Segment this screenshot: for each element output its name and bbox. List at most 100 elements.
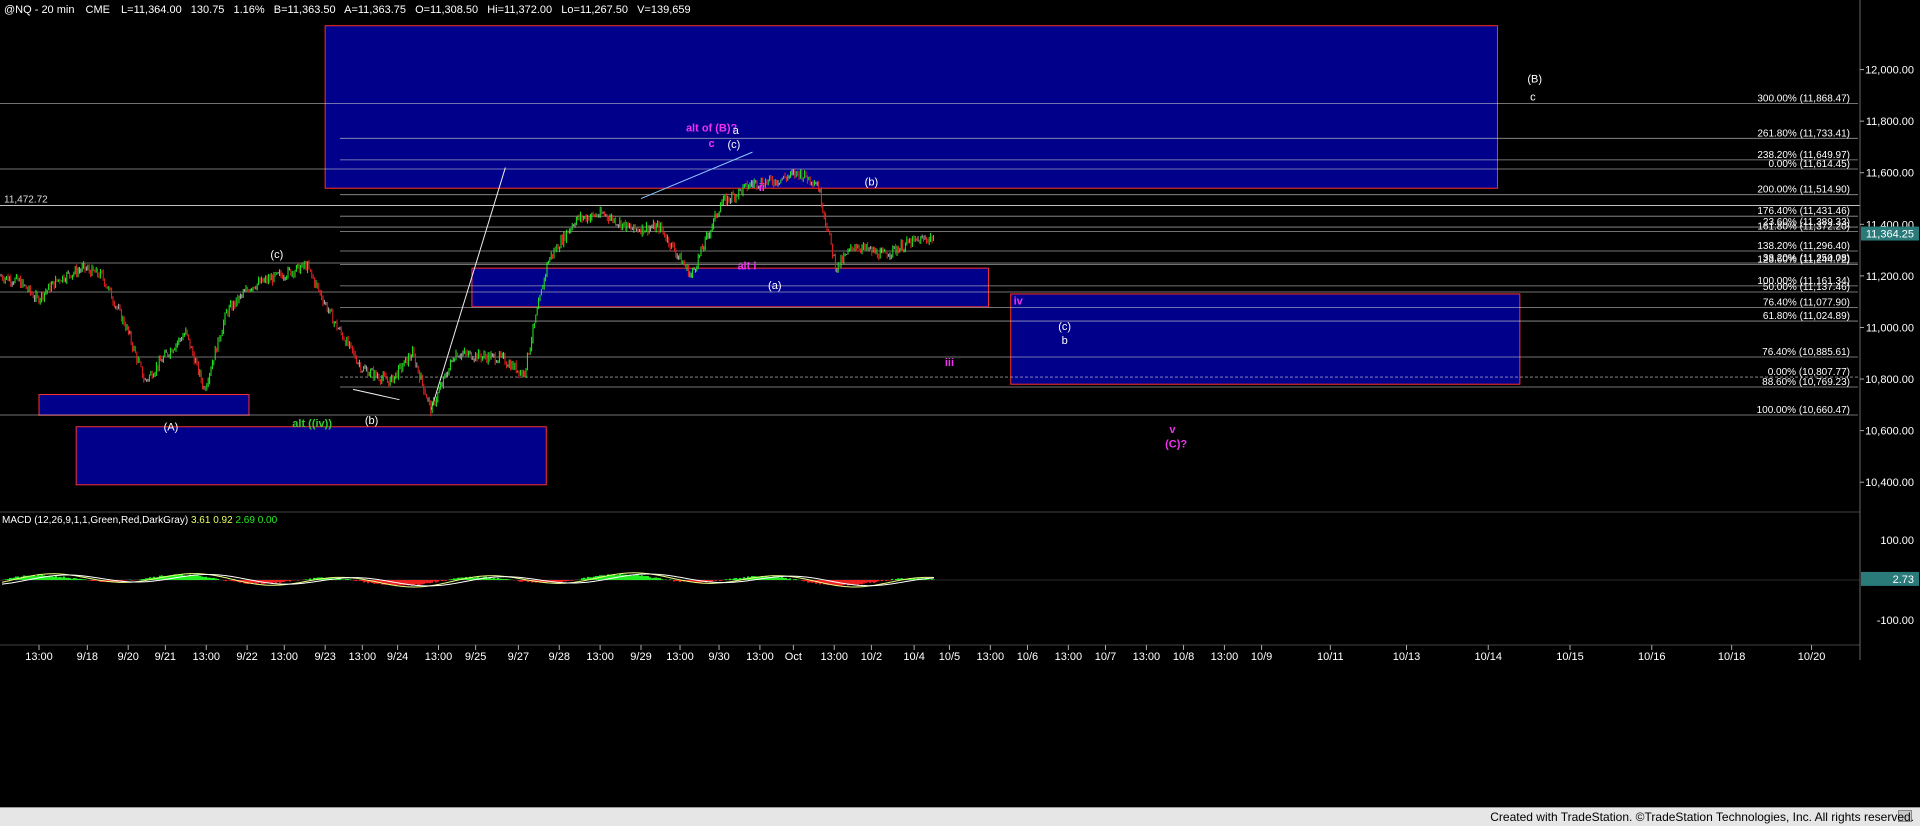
symbol: @NQ - 20 min bbox=[4, 4, 74, 16]
time-tick-label: 9/23 bbox=[314, 651, 335, 663]
macd-legend: MACD (12,26,9,1,1,Green,Red,DarkGray) 3.… bbox=[2, 515, 278, 526]
pct-change: 1.16% bbox=[234, 4, 265, 16]
target-zone bbox=[471, 267, 989, 308]
macd-signal-value: 0.92 bbox=[213, 515, 235, 526]
time-tick-label: 10/18 bbox=[1718, 651, 1746, 663]
time-tick-label: 9/20 bbox=[117, 651, 138, 663]
macd-tick-label: 100.00 bbox=[1880, 535, 1914, 547]
last-price: L=11,364.00 bbox=[121, 4, 182, 16]
open-price: O=11,308.50 bbox=[415, 4, 478, 16]
price-tick-label: 11,600.00 bbox=[1866, 168, 1914, 180]
macd-hist-value: 2.69 bbox=[235, 515, 257, 526]
fib-label: 100.00% (10,660.47) bbox=[1757, 405, 1850, 416]
fib-label: 300.00% (11,868.47) bbox=[1757, 93, 1850, 104]
time-tick-label: 9/24 bbox=[387, 651, 408, 663]
price-tick-label: 11,000.00 bbox=[1866, 322, 1914, 334]
time-tick-label: 13:00 bbox=[1133, 651, 1161, 663]
wave-label: (C)? bbox=[1165, 438, 1187, 450]
target-zone bbox=[324, 25, 1499, 189]
volume: V=139,659 bbox=[637, 4, 691, 16]
wave-label: (c) bbox=[270, 249, 283, 261]
time-tick-label: 10/13 bbox=[1393, 651, 1421, 663]
wave-label: alt of (B)? bbox=[686, 122, 738, 134]
time-tick-label: 13:00 bbox=[586, 651, 614, 663]
macd-zero-value: 0.00 bbox=[258, 515, 278, 526]
fib-label: 0.00% (11,614.45) bbox=[1768, 159, 1850, 170]
ask: A=11,363.75 bbox=[344, 4, 406, 16]
fib-label: 88.60% (10,769.23) bbox=[1762, 377, 1850, 388]
wave-label: v bbox=[1169, 424, 1176, 436]
wave-label: ii bbox=[759, 182, 765, 194]
time-tick-label: 9/28 bbox=[549, 651, 570, 663]
last-price-label: 11,364.25 bbox=[1866, 229, 1914, 241]
time-tick-label: 13:00 bbox=[820, 651, 848, 663]
time-tick-label: 13:00 bbox=[1055, 651, 1083, 663]
header-bar: @NQ - 20 min CME L=11,364.00 130.75 1.16… bbox=[4, 4, 691, 16]
exchange: CME bbox=[86, 4, 110, 16]
time-tick-label: 10/4 bbox=[903, 651, 924, 663]
fib-label: 50.00% (11,137.46) bbox=[1763, 282, 1850, 293]
wave-label: a bbox=[733, 125, 740, 137]
fib-label: 123.60% (11,244.72) bbox=[1757, 254, 1850, 265]
time-tick-label: 10/5 bbox=[939, 651, 960, 663]
wave-label: alt i bbox=[737, 260, 756, 272]
wave-label: iv bbox=[1014, 295, 1024, 307]
macd-value: 3.61 bbox=[191, 515, 213, 526]
time-tick-label: 9/25 bbox=[465, 651, 486, 663]
price-tick-label: 11,200.00 bbox=[1866, 271, 1914, 283]
time-tick-label: 10/20 bbox=[1798, 651, 1826, 663]
svg-text:@NQ - 20 min CME L: @NQ - 20 min CME L=11,364.00 130.75 1.16… bbox=[4, 4, 691, 16]
bid: B=11,363.50 bbox=[274, 4, 336, 16]
time-tick-label: 13:00 bbox=[1211, 651, 1239, 663]
fib-label: 76.40% (11,077.90) bbox=[1763, 297, 1850, 308]
fib-label: 76.40% (10,885.61) bbox=[1762, 347, 1850, 358]
time-tick-label: 10/7 bbox=[1095, 651, 1116, 663]
price-tick-label: 10,600.00 bbox=[1865, 426, 1914, 438]
wave-label: (b) bbox=[865, 177, 878, 189]
left-level-label: 11,472.72 bbox=[4, 195, 48, 206]
wave-label: c bbox=[709, 138, 715, 150]
time-tick-label: 10/6 bbox=[1017, 651, 1038, 663]
net-change: 130.75 bbox=[191, 4, 225, 16]
time-tick-label: 10/2 bbox=[861, 651, 882, 663]
time-tick-label: 9/21 bbox=[155, 651, 176, 663]
fib-label: 176.40% (11,431.46) bbox=[1757, 206, 1850, 217]
time-tick-label: 10/15 bbox=[1556, 651, 1584, 663]
time-tick-label: 9/30 bbox=[708, 651, 729, 663]
time-tick-label: 10/9 bbox=[1251, 651, 1272, 663]
target-zone bbox=[75, 426, 547, 486]
time-tick-label: 10/11 bbox=[1317, 651, 1344, 663]
fib-label: 200.00% (11,514.90) bbox=[1757, 185, 1850, 196]
time-tick-label: 10/16 bbox=[1638, 651, 1666, 663]
macd-last-label: 2.73 bbox=[1893, 574, 1914, 586]
wave-label: alt ((iv)) bbox=[292, 418, 332, 430]
time-tick-label: 13:00 bbox=[271, 651, 299, 663]
time-tick-label: 13:00 bbox=[977, 651, 1005, 663]
tradestation-credit: Created with TradeStation. ©TradeStation… bbox=[1490, 810, 1914, 824]
macd-tick-label: -100.00 bbox=[1877, 615, 1914, 627]
time-tick-label: 9/29 bbox=[630, 651, 651, 663]
time-tick-label: 13:00 bbox=[349, 651, 377, 663]
price-tick-label: 10,400.00 bbox=[1865, 477, 1914, 489]
wave-label: (c) bbox=[727, 139, 740, 151]
fib-label: 138.20% (11,296.40) bbox=[1757, 241, 1850, 252]
price-tick-label: 12,000.00 bbox=[1865, 65, 1914, 77]
time-tick-label: 13:00 bbox=[666, 651, 694, 663]
target-zone bbox=[38, 394, 250, 416]
wave-label: c bbox=[1530, 92, 1536, 104]
price-tick-label: 10,800.00 bbox=[1865, 374, 1914, 386]
chart-svg[interactable]: 300.00% (11,868.47)261.80% (11,733.41)23… bbox=[0, 0, 1920, 807]
fib-label: 161.80% (11,372.20) bbox=[1757, 221, 1850, 232]
time-tick-label: Oct bbox=[785, 651, 802, 663]
wave-label: (a) bbox=[768, 280, 781, 292]
wave-label: (b) bbox=[365, 415, 378, 427]
time-tick-label: 10/8 bbox=[1173, 651, 1194, 663]
price-tick-label: 11,800.00 bbox=[1866, 116, 1914, 128]
wave-label: (B) bbox=[1527, 73, 1542, 85]
time-tick-label: 10/14 bbox=[1474, 651, 1502, 663]
fib-label: 261.80% (11,733.41) bbox=[1757, 128, 1850, 139]
wave-label: (c) bbox=[1058, 321, 1071, 333]
time-tick-label: 13:00 bbox=[25, 651, 53, 663]
fib-label: 61.80% (11,024.89) bbox=[1763, 311, 1850, 322]
time-tick-label: 9/18 bbox=[77, 651, 98, 663]
